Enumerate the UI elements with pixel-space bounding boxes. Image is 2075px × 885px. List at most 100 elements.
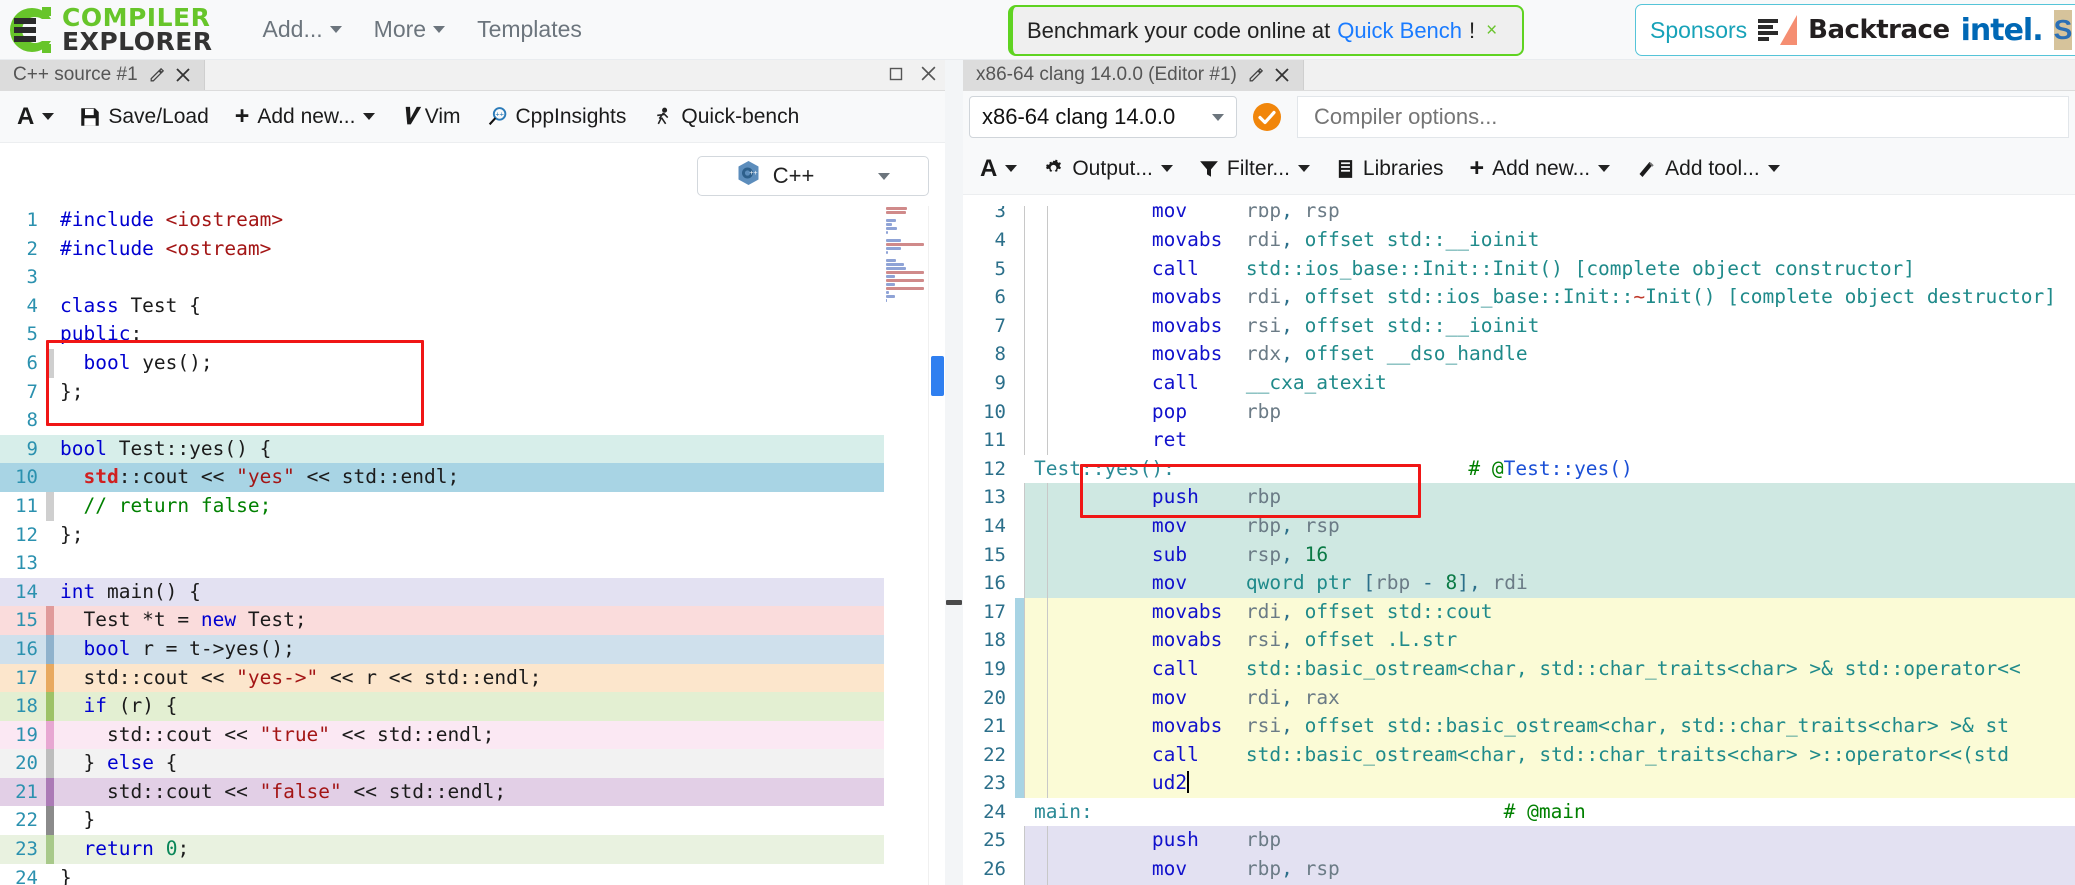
font-size-button[interactable]: A — [969, 150, 1028, 188]
assembly-output-area[interactable]: 3 mov rbp, rsp 4 movabs rdi, offset std::… — [963, 206, 2075, 885]
assembly-line[interactable]: 14 mov rbp, rsp — [963, 511, 2075, 541]
fold-gutter[interactable] — [1024, 626, 1048, 655]
assembly-line[interactable]: 20 mov rdi, rax — [963, 683, 2075, 713]
source-line[interactable]: 23 return 0; — [0, 835, 945, 864]
source-line[interactable]: 8 — [0, 406, 945, 435]
scrollbar-thumb[interactable] — [931, 356, 944, 396]
fold-gutter[interactable] — [1024, 769, 1048, 798]
quickbench-button[interactable]: Quick-bench — [641, 100, 810, 134]
fold-gutter[interactable] — [1024, 206, 1048, 226]
compiler-options-input[interactable] — [1312, 103, 2054, 131]
fold-gutter[interactable] — [1024, 283, 1048, 312]
close-icon[interactable] — [1274, 67, 1290, 83]
assembly-line[interactable]: 12 Test::yes(): # @Test::yes() — [963, 454, 2075, 484]
benchmark-notification[interactable]: Benchmark your code online at Quick Benc… — [1008, 5, 1524, 56]
nav-add[interactable]: Add... — [247, 10, 358, 49]
compiler-select[interactable]: x86-64 clang 14.0.0 — [969, 96, 1237, 138]
source-line[interactable]: 9 bool Test::yes() { — [0, 434, 945, 464]
vim-button[interactable]: 𝐕 Vim — [390, 98, 471, 135]
tab-x86-64-clang[interactable]: x86-64 clang 14.0.0 (Editor #1) — [963, 60, 1304, 90]
save-load-button[interactable]: Save/Load — [69, 100, 219, 134]
source-code-area[interactable]: 1 #include <iostream> 2 #include <ostream> 3… — [0, 206, 945, 885]
assembly-line[interactable]: 3 mov rbp, rsp — [963, 206, 2075, 226]
close-icon[interactable] — [175, 67, 191, 83]
assembly-line[interactable]: 6 movabs rdi, offset std::ios_base::Init… — [963, 283, 2075, 312]
font-size-button[interactable]: A — [6, 98, 65, 136]
fold-gutter[interactable] — [1024, 397, 1048, 427]
add-tool-button[interactable]: Add tool... — [1625, 152, 1791, 186]
close-icon[interactable] — [920, 65, 937, 86]
fold-gutter[interactable] — [1024, 340, 1048, 369]
source-line[interactable]: 22 } — [0, 806, 945, 836]
assembly-line[interactable]: 5 call std::ios_base::Init::Init() [comp… — [963, 254, 2075, 284]
fold-gutter[interactable] — [1024, 683, 1048, 713]
assembly-line[interactable]: 7 movabs rsi, offset std::__ioinit — [963, 311, 2075, 341]
source-line[interactable]: 20 } else { — [0, 749, 945, 778]
source-line[interactable]: 6 bool yes(); — [0, 348, 945, 378]
language-select[interactable]: ++ C++ — [697, 156, 929, 196]
source-line[interactable]: 10 std::cout << "yes" << std::endl; — [0, 463, 945, 492]
add-new-button[interactable]: + Add new... — [1458, 149, 1621, 188]
fold-gutter[interactable] — [1024, 569, 1048, 598]
fold-gutter[interactable] — [1024, 654, 1048, 684]
assembly-line[interactable]: 23 ud2 — [963, 769, 2075, 798]
assembly-line[interactable]: 15 sub rsp, 16 — [963, 540, 2075, 570]
source-line[interactable]: 18 if (r) { — [0, 692, 945, 721]
editor-minimap[interactable] — [884, 206, 928, 885]
fold-gutter[interactable] — [1024, 826, 1048, 856]
source-line[interactable]: 3 — [0, 263, 945, 292]
add-new-button[interactable]: + Add new... — [224, 97, 387, 136]
fold-gutter[interactable] — [1024, 311, 1048, 341]
source-line[interactable]: 2 #include <ostream> — [0, 234, 945, 264]
fold-gutter[interactable] — [1024, 712, 1048, 741]
assembly-line[interactable]: 4 movabs rdi, offset std::__ioinit — [963, 226, 2075, 255]
sponsor-extra-logo-icon[interactable]: S — [2053, 10, 2073, 50]
source-line[interactable]: 17 std::cout << "yes->" << r << std::end… — [0, 663, 945, 693]
fold-gutter[interactable] — [1024, 368, 1048, 398]
splitter-grip[interactable] — [946, 600, 962, 605]
source-line[interactable]: 21 std::cout << "false" << std::endl; — [0, 777, 945, 807]
source-line[interactable]: 5 public: — [0, 320, 945, 349]
editor-vertical-scrollbar[interactable] — [928, 206, 945, 885]
fold-gutter[interactable] — [1024, 226, 1048, 255]
source-line[interactable]: 4 class Test { — [0, 291, 945, 321]
assembly-line[interactable]: 26 mov rbp, rsp — [963, 855, 2075, 884]
source-line[interactable]: 12}; — [0, 520, 945, 550]
source-line[interactable]: 1 #include <iostream> — [0, 206, 945, 235]
source-line[interactable]: 7}; — [0, 377, 945, 407]
fold-gutter[interactable] — [1024, 254, 1048, 284]
fold-gutter[interactable] — [1024, 540, 1048, 570]
compiler-options-field[interactable] — [1297, 96, 2069, 138]
intel-logo[interactable]: intel. — [1961, 13, 2044, 48]
assembly-line[interactable]: 18 movabs rsi, offset .L.str — [963, 626, 2075, 655]
pencil-icon[interactable] — [148, 67, 165, 84]
filter-button[interactable]: Filter... — [1188, 152, 1321, 186]
assembly-line[interactable]: 16 mov qword ptr [rbp - 8], rdi — [963, 569, 2075, 598]
fold-gutter[interactable] — [1024, 740, 1048, 770]
brand-logo-group[interactable]: COMPILER EXPLORER — [0, 5, 213, 55]
assembly-line[interactable]: 10 pop rbp — [963, 397, 2075, 427]
assembly-line[interactable]: 13 push rbp — [963, 483, 2075, 512]
source-line[interactable]: 24} — [0, 863, 945, 885]
close-icon[interactable]: × — [1486, 20, 1497, 42]
assembly-line[interactable]: 9 call __cxa_atexit — [963, 368, 2075, 398]
backtrace-logo-icon[interactable] — [1758, 15, 1798, 45]
maximize-icon[interactable] — [888, 66, 904, 86]
tab-cpp-source[interactable]: C++ source #1 — [0, 60, 205, 90]
source-line[interactable]: 13 — [0, 549, 945, 578]
fold-gutter[interactable] — [1024, 483, 1048, 512]
pencil-icon[interactable] — [1247, 67, 1264, 84]
fold-gutter[interactable] — [1024, 597, 1048, 627]
assembly-line[interactable]: 22 call std::basic_ostream<char, std::ch… — [963, 740, 2075, 770]
backtrace-label[interactable]: Backtrace — [1808, 15, 1950, 45]
source-line[interactable]: 19 std::cout << "true" << std::endl; — [0, 720, 945, 750]
source-line[interactable]: 14 int main() { — [0, 577, 945, 607]
nav-more[interactable]: More — [358, 10, 461, 49]
assembly-line[interactable]: 8 movabs rdx, offset __dso_handle — [963, 340, 2075, 369]
assembly-line[interactable]: 17 movabs rdi, offset std::cout — [963, 597, 2075, 627]
nav-templates[interactable]: Templates — [461, 10, 598, 49]
source-line[interactable]: 11 // return false; — [0, 491, 945, 521]
assembly-line[interactable]: 25 push rbp — [963, 826, 2075, 856]
assembly-line[interactable]: 11 ret — [963, 426, 2075, 455]
fold-gutter[interactable] — [1024, 511, 1048, 541]
